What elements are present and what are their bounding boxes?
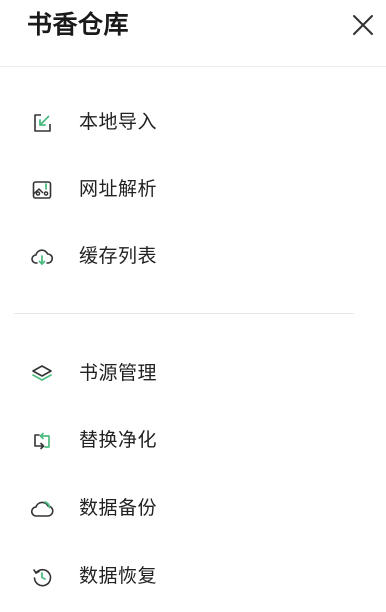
section-divider [14,313,354,314]
restore-icon [30,565,54,589]
menu-item-label: 数据备份 [79,497,158,519]
close-icon [353,15,373,35]
menu-item-label: 数据恢复 [79,565,158,587]
url-scan-icon [30,178,54,202]
close-button[interactable] [348,10,378,40]
layers-icon [30,362,54,386]
menu-item-label: 网址解析 [79,178,158,200]
cloud-backup-icon [30,497,54,521]
menu-item-label: 本地导入 [79,111,158,133]
cloud-download-icon [30,245,54,269]
import-icon [30,111,54,135]
replace-icon [30,429,54,453]
drawer-header: 书香仓库 [0,0,386,66]
menu-item-data-restore[interactable]: 数据恢复 [0,551,386,601]
menu-item-local-import[interactable]: 本地导入 [0,97,386,147]
menu-item-replace-clean[interactable]: 替换净化 [0,415,386,465]
menu-item-data-backup[interactable]: 数据备份 [0,483,386,533]
menu-item-label: 书源管理 [79,362,158,384]
menu-item-label: 缓存列表 [79,245,158,267]
menu-item-book-source[interactable]: 书源管理 [0,348,386,398]
menu-item-cache-list[interactable]: 缓存列表 [0,231,386,281]
header-divider [0,66,386,67]
menu-item-url-parse[interactable]: 网址解析 [0,164,386,214]
menu-item-label: 替换净化 [79,429,158,451]
page-title: 书香仓库 [27,10,130,39]
